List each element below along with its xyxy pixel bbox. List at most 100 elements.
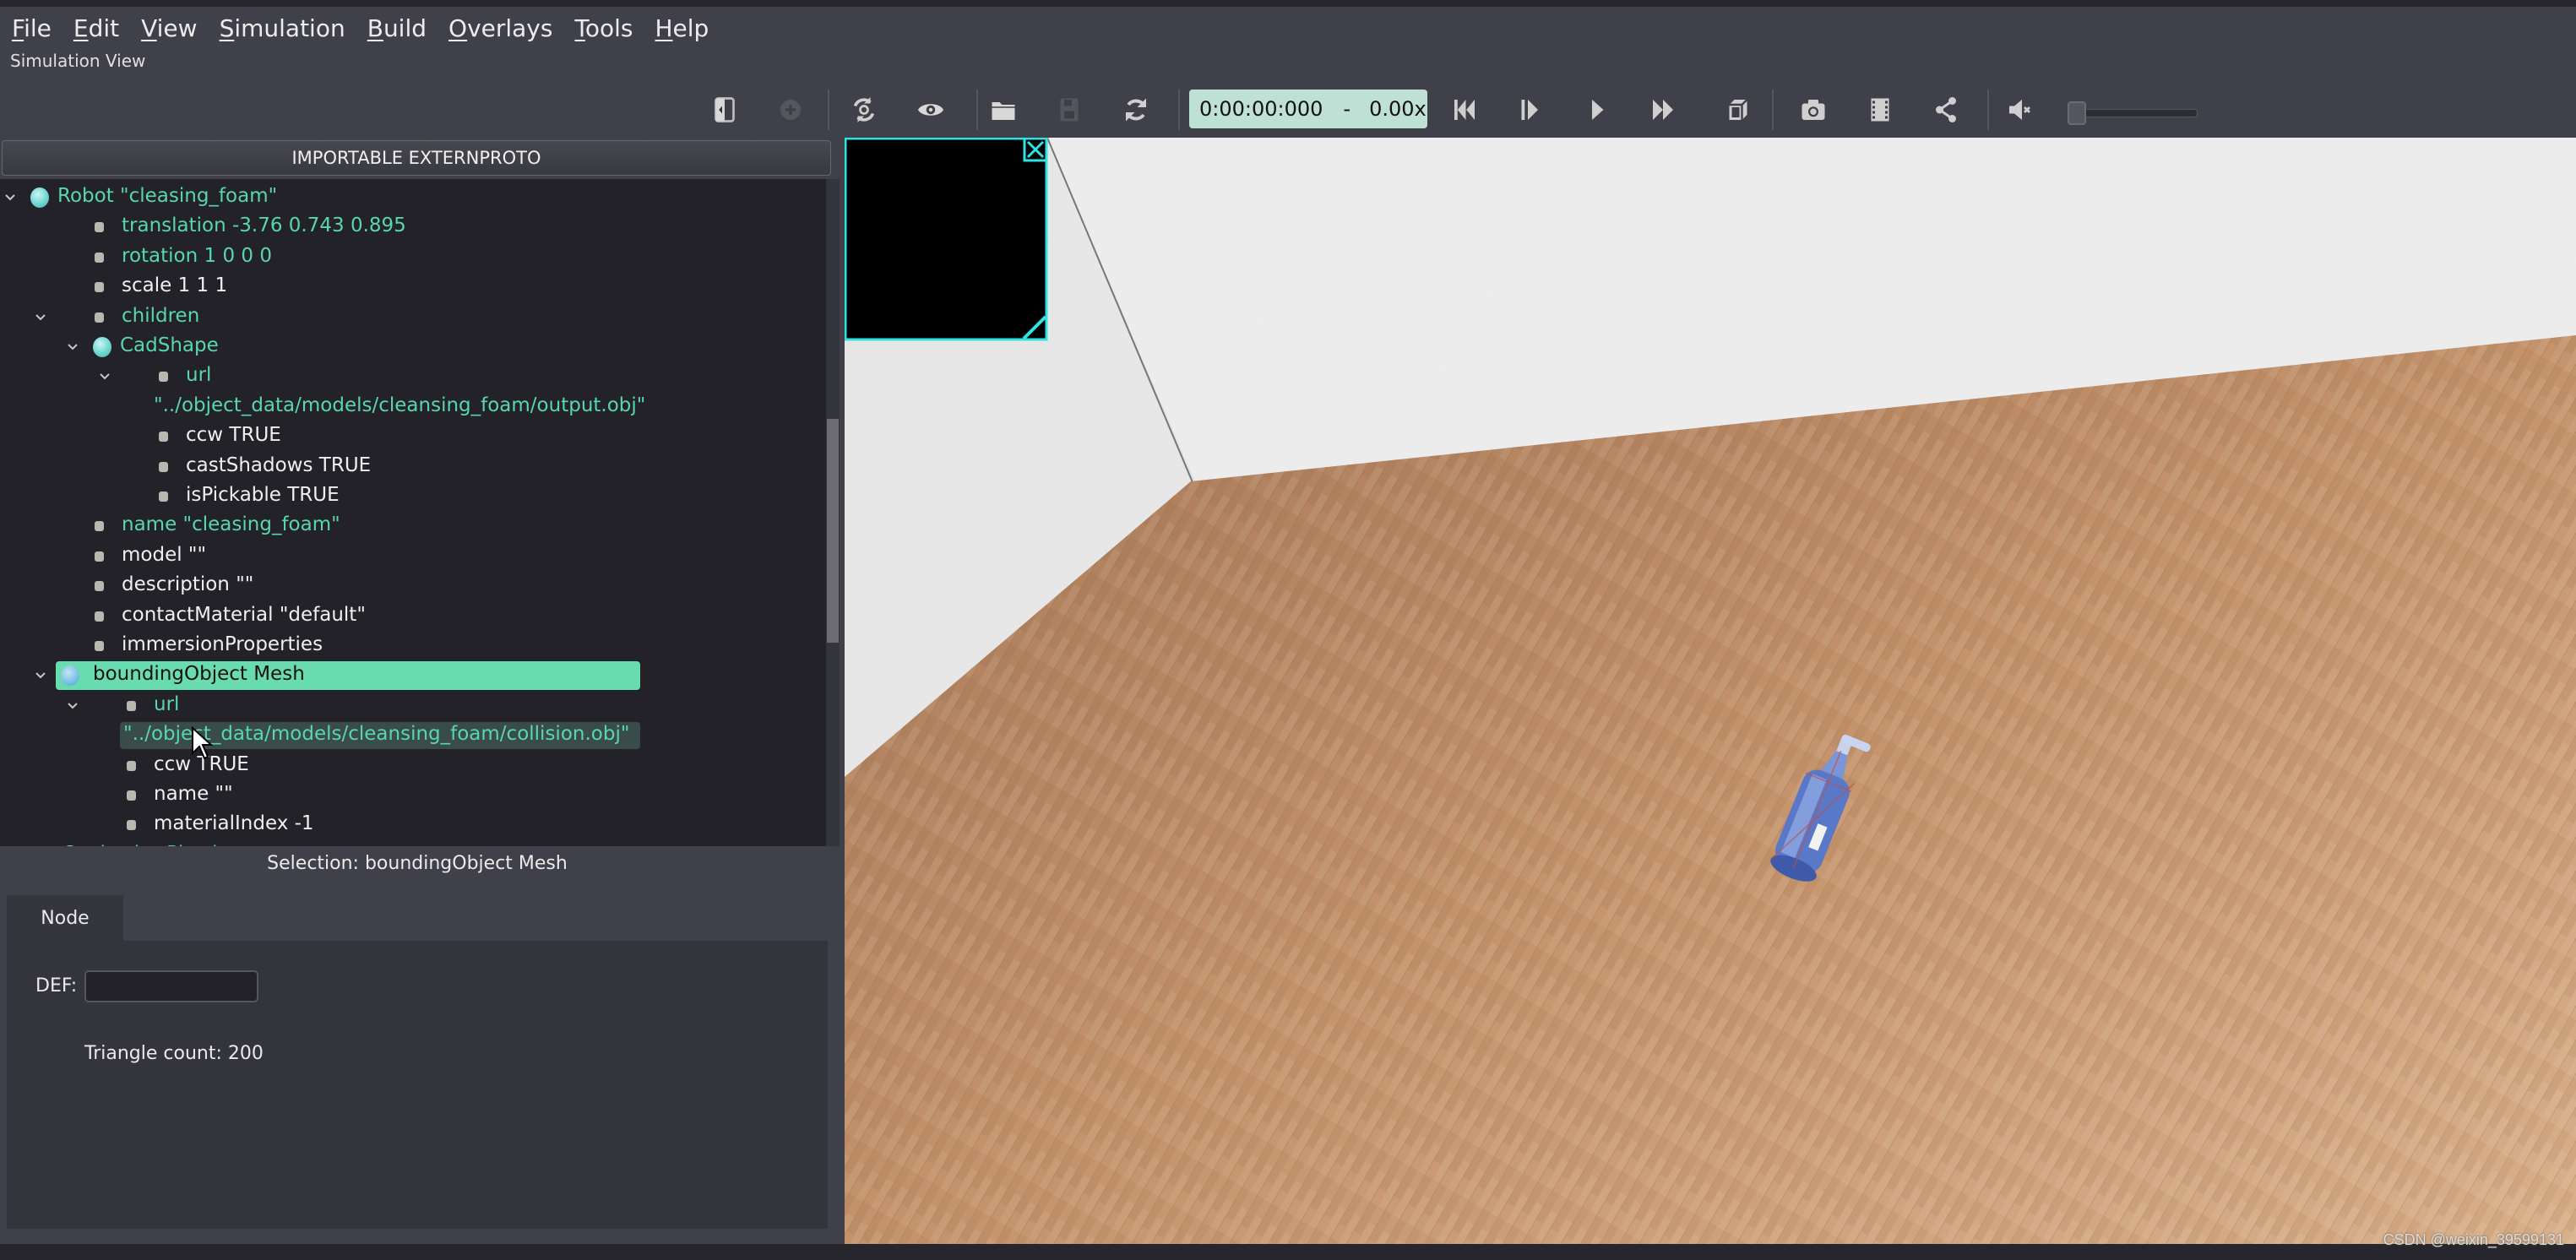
tree-row-label: castShadows TRUE: [186, 453, 372, 476]
tab-node[interactable]: Node: [7, 895, 123, 941]
fast-forward-button[interactable]: [1646, 93, 1680, 127]
chevron-down-icon[interactable]: [66, 699, 79, 713]
record-movie-button[interactable]: [1863, 93, 1897, 127]
tree-row[interactable]: name "": [0, 781, 826, 810]
open-world-button[interactable]: [986, 93, 1020, 127]
menu-label-rest: ools: [584, 14, 633, 42]
tree-row[interactable]: url: [0, 362, 826, 391]
menu-overlays[interactable]: Overlays: [447, 14, 554, 42]
tree-row-label: name "": [154, 783, 233, 805]
importable-externproto-button[interactable]: IMPORTABLE EXTERNPROTO: [2, 140, 831, 176]
chevron-down-icon[interactable]: [98, 370, 111, 383]
tree-row[interactable]: isPickable TRUE: [0, 482, 826, 511]
tree-row-label: boundingObject Mesh: [93, 663, 305, 686]
step-button[interactable]: [1514, 93, 1547, 127]
menu-file[interactable]: File: [10, 14, 53, 42]
mouse-cursor: [192, 726, 213, 760]
tree-row[interactable]: description "": [0, 572, 826, 600]
tree-row-label: isPickable TRUE: [186, 484, 340, 506]
tree-row[interactable]: translation -3.76 0.743 0.895: [0, 213, 826, 242]
3d-scene[interactable]: [845, 138, 2576, 1244]
tree-row-label: Robot "cleasing_foam": [57, 185, 278, 207]
tree-row[interactable]: contactMaterial "default": [0, 602, 826, 631]
node-sphere-icon: [30, 187, 49, 208]
share-icon: [1936, 97, 1956, 122]
field-bullet-icon: [95, 641, 104, 651]
reset-simulation-button[interactable]: [1448, 93, 1481, 127]
menu-simulation[interactable]: Simulation: [218, 14, 347, 42]
toolbar-separator: [1987, 90, 1989, 130]
toolbar-separator: [828, 90, 829, 130]
menu-mnemonic: B: [367, 14, 383, 42]
toggle-rendering-button[interactable]: [1721, 93, 1755, 127]
toolbar-separator: [1178, 90, 1180, 130]
toolbar-separator: [976, 90, 978, 130]
tree-row[interactable]: ccw TRUE: [0, 752, 826, 780]
tree-row[interactable]: immersionProperties: [0, 632, 826, 660]
tree-row[interactable]: CadShape: [0, 333, 826, 361]
tree-row[interactable]: materialIndex -1: [0, 811, 826, 839]
play-button[interactable]: [1580, 93, 1614, 127]
add-node-button[interactable]: [774, 93, 807, 127]
simulation-time-display: 0:00:00:000 - 0.00x: [1189, 90, 1427, 128]
menu-build[interactable]: Build: [366, 14, 428, 42]
menu-label-rest: dit: [88, 14, 120, 42]
volume-slider-thumb[interactable]: [2068, 101, 2086, 125]
eye-icon: [918, 104, 943, 116]
camera-overlay[interactable]: [845, 138, 1048, 341]
field-bullet-icon: [127, 760, 136, 771]
save-world-button[interactable]: [1052, 93, 1086, 127]
view-options-button[interactable]: [914, 93, 948, 127]
mute-button[interactable]: [2003, 93, 2036, 127]
chevron-down-icon[interactable]: [34, 669, 47, 682]
panel-toggle-icon: [715, 97, 735, 122]
tree-row-label: scale 1 1 1: [122, 274, 228, 297]
tree-row[interactable]: url: [0, 692, 826, 720]
tree-row-label: url: [154, 692, 180, 715]
camera-icon: [1802, 100, 1825, 120]
toolbar: 0:00:00:000 - 0.00x: [0, 83, 2576, 135]
menu-edit[interactable]: Edit: [72, 14, 121, 42]
chevron-down-icon[interactable]: [3, 191, 17, 204]
screenshot-button[interactable]: [1796, 93, 1830, 127]
scene-tree-scrollbar-thumb[interactable]: [827, 419, 839, 643]
toolbar-separator: [1772, 90, 1774, 130]
tree-row[interactable]: scale 1 1 1: [0, 273, 826, 301]
menu-tools[interactable]: Tools: [573, 14, 634, 42]
tree-row[interactable]: Robot "cleasing_foam": [0, 183, 826, 212]
tree-row[interactable]: "../object_data/models/cleansing_foam/co…: [0, 721, 826, 750]
menu-label-rest: uild: [383, 14, 427, 42]
menu-label-rest: elp: [672, 14, 709, 42]
field-bullet-icon: [95, 312, 104, 323]
watermark: CSDN @weixin_39599131: [2383, 1231, 2564, 1248]
def-input[interactable]: [84, 970, 258, 1002]
3d-viewport[interactable]: [845, 138, 2576, 1244]
reset-view-button[interactable]: [847, 93, 881, 127]
tree-row[interactable]: rotation 1 0 0 0: [0, 243, 826, 272]
scene-tree: Robot "cleasing_foam" translation -3.76 0…: [0, 179, 826, 846]
field-bullet-icon: [95, 252, 104, 263]
tree-row[interactable]: "../object_data/models/cleansing_foam/ou…: [0, 393, 826, 421]
tree-row[interactable]: name "cleasing_foam": [0, 512, 826, 540]
menu-help[interactable]: Help: [653, 14, 710, 42]
volume-slider-track[interactable]: [2068, 109, 2198, 117]
chevron-down-icon[interactable]: [34, 311, 47, 324]
tree-row[interactable]: castShadows TRUE: [0, 453, 826, 481]
skip-back-icon: [1454, 100, 1475, 120]
field-bullet-icon: [95, 551, 104, 562]
tree-row[interactable]: children: [0, 303, 826, 332]
tree-row-label: translation -3.76 0.743 0.895: [122, 215, 406, 237]
menu-mnemonic: S: [219, 14, 235, 42]
toggle-scene-tree-button[interactable]: [708, 93, 742, 127]
tree-row[interactable]: ccw TRUE: [0, 422, 826, 451]
share-button[interactable]: [1929, 93, 1963, 127]
field-editor-tabs: Node: [7, 895, 828, 941]
tree-row[interactable]: model "": [0, 542, 826, 571]
time-separator: -: [1343, 97, 1351, 121]
tree-row[interactable]: boundingObject Mesh: [0, 661, 826, 690]
reload-world-button[interactable]: [1119, 93, 1153, 127]
field-bullet-icon: [159, 492, 168, 502]
chevron-down-icon[interactable]: [66, 340, 79, 354]
menu-view[interactable]: View: [139, 14, 198, 42]
folder-icon: [992, 102, 1015, 120]
